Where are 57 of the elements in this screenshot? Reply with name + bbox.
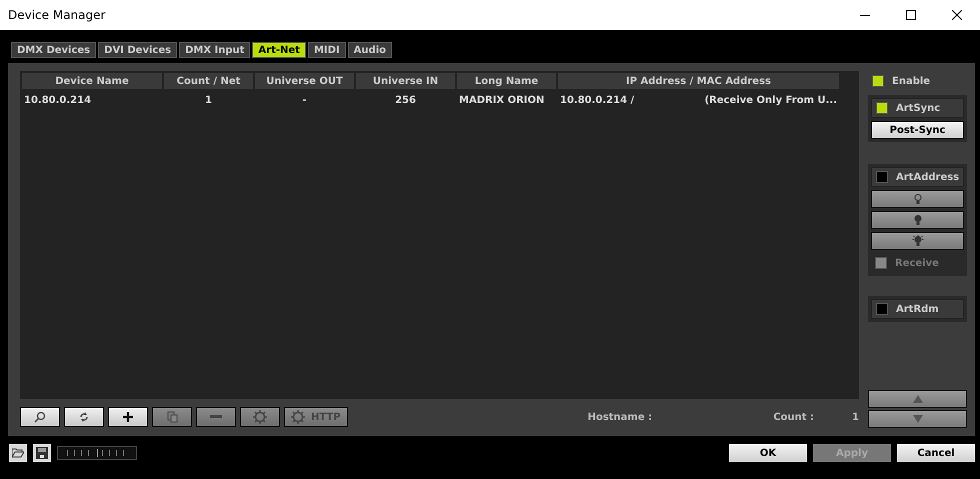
- column-header[interactable]: Long Name: [457, 73, 556, 89]
- artrdm-checkbox[interactable]: ArtRdm: [871, 299, 964, 319]
- cancel-button[interactable]: Cancel: [897, 444, 975, 462]
- gear-icon: [291, 410, 305, 424]
- table-cell-text: -: [301, 94, 308, 108]
- artsync-checkbox[interactable]: ArtSync: [871, 98, 964, 118]
- column-header[interactable]: Universe IN: [356, 73, 455, 89]
- ok-button[interactable]: OK: [729, 444, 807, 462]
- table-cell-text: 1: [204, 94, 213, 108]
- bulb-outline-icon: [912, 193, 924, 205]
- add-button[interactable]: [108, 407, 148, 428]
- column-header[interactable]: Device Name: [22, 73, 162, 89]
- column-header[interactable]: IP Address / MAC Address: [558, 73, 839, 89]
- save-button[interactable]: [33, 444, 51, 462]
- tab[interactable]: DMX Input: [179, 42, 250, 58]
- tab[interactable]: DVI Devices: [98, 42, 178, 58]
- tab[interactable]: Audio: [348, 42, 392, 58]
- down-arrow-icon: [912, 415, 923, 423]
- close-icon: [952, 10, 962, 20]
- hostname-label: Hostname :: [588, 412, 652, 423]
- plus-icon: [122, 411, 134, 424]
- maximize-icon: [906, 10, 916, 20]
- refresh-button[interactable]: [64, 407, 104, 428]
- ip-address: 10.80.0.214 /: [560, 94, 634, 106]
- move-down-button[interactable]: [868, 410, 968, 428]
- bulb-button[interactable]: [871, 211, 964, 229]
- count-label: Count :: [773, 412, 814, 423]
- gear-icon: [253, 410, 267, 424]
- artaddress-checkbox[interactable]: ArtAddress: [871, 167, 964, 187]
- receive-note: (Receive Only From U...: [704, 94, 837, 106]
- table-cell-text: MADRIX ORION: [458, 94, 546, 108]
- refresh-icon: [78, 411, 90, 424]
- open-folder-button[interactable]: [9, 444, 27, 462]
- column-header[interactable]: Count / Net: [164, 73, 253, 89]
- move-up-button[interactable]: [868, 390, 968, 408]
- up-arrow-icon: [912, 395, 923, 403]
- bulb-button[interactable]: [871, 190, 964, 208]
- copy-icon: [166, 411, 178, 424]
- column-header[interactable]: Universe OUT: [255, 73, 354, 89]
- tab[interactable]: Art-Net: [252, 42, 306, 58]
- minimize-icon: [860, 14, 870, 16]
- enable-checkbox[interactable]: Enable: [868, 71, 968, 91]
- search-button[interactable]: [20, 407, 60, 428]
- tab[interactable]: MIDI: [308, 42, 346, 58]
- bulb-button[interactable]: [871, 232, 964, 250]
- table-cell-text: 10.80.0.214: [23, 94, 92, 108]
- zoom-slider[interactable]: [57, 446, 137, 460]
- table-cell-text: 256: [394, 94, 417, 108]
- minus-icon: [210, 415, 222, 420]
- bulb-glow-icon: [912, 235, 924, 247]
- post-sync-button[interactable]: Post-Sync: [871, 121, 964, 139]
- search-icon: [34, 411, 46, 424]
- window-title: Device Manager: [8, 8, 106, 22]
- folder-icon: [12, 448, 24, 458]
- tab[interactable]: DMX Devices: [11, 42, 96, 58]
- count-value: 1: [852, 412, 859, 423]
- bulb-icon: [912, 214, 924, 226]
